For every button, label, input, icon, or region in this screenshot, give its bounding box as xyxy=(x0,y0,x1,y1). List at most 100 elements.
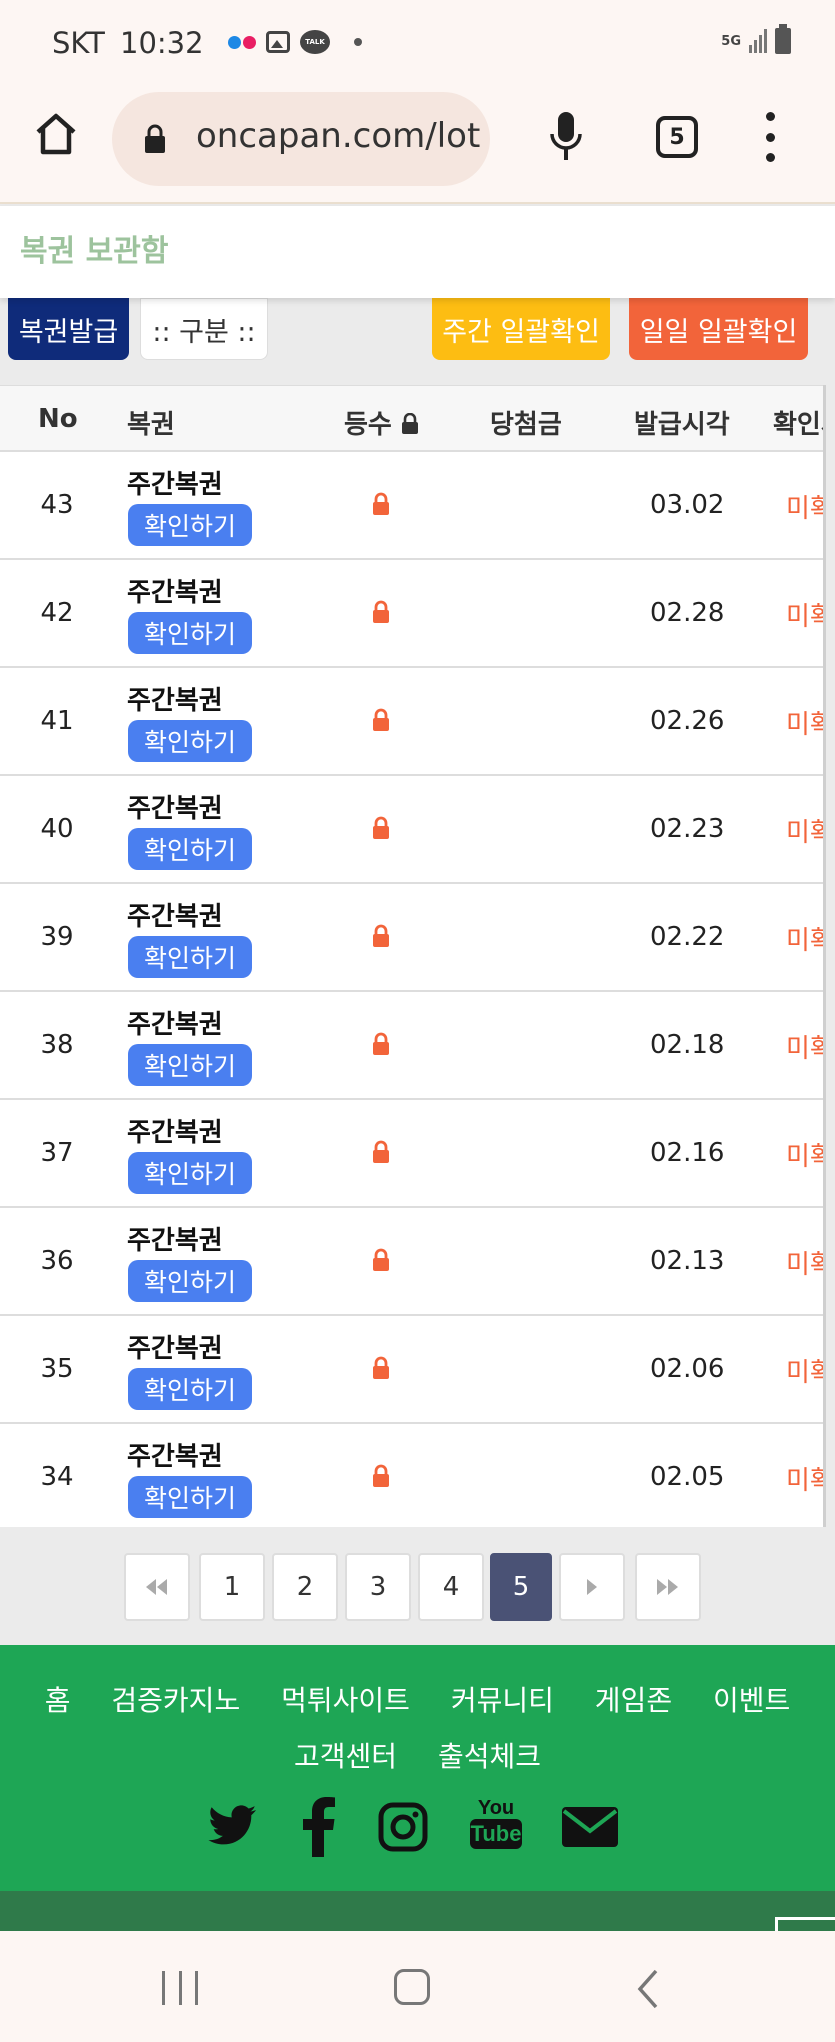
facebook-icon[interactable] xyxy=(302,1797,336,1857)
check-button[interactable]: 확인하기 xyxy=(128,1476,252,1518)
issued-date: 02.23 xyxy=(650,814,725,844)
lock-icon xyxy=(373,1140,389,1163)
lottery-name: 주간복권 xyxy=(127,1118,223,1148)
next-page-button[interactable] xyxy=(559,1553,625,1621)
table-row: 43 주간복권확인하기 03.02 미확 xyxy=(0,452,823,560)
more-notifications-icon xyxy=(354,38,362,46)
recent-apps-icon[interactable] xyxy=(162,1971,198,2005)
system-navigation-bar xyxy=(0,1931,835,2042)
issued-date: 02.06 xyxy=(650,1354,725,1384)
twitter-icon[interactable] xyxy=(208,1797,258,1857)
table-row: 39 주간복권확인하기 02.22 미확 xyxy=(0,884,823,992)
daily-check-all-button[interactable]: 일일 일괄확인 xyxy=(629,298,808,360)
table-row: 42 주간복권확인하기 02.28 미확 xyxy=(0,560,823,668)
home-icon[interactable] xyxy=(32,110,80,158)
lottery-name: 주간복권 xyxy=(127,1442,223,1472)
page-1-button[interactable]: 1 xyxy=(199,1553,265,1621)
check-button[interactable]: 확인하기 xyxy=(128,1152,252,1194)
footer-link-verified-casino[interactable]: 검증카지노 xyxy=(111,1684,240,1717)
issued-date: 03.02 xyxy=(650,490,725,520)
browser-toolbar: oncapan.com/lot 5 xyxy=(0,90,835,204)
lock-icon xyxy=(373,924,389,947)
footer-link-events[interactable]: 이벤트 xyxy=(713,1684,790,1717)
confirm-status: 미확 xyxy=(786,1358,823,1388)
check-button[interactable]: 확인하기 xyxy=(128,1044,252,1086)
page-4-button[interactable]: 4 xyxy=(418,1553,484,1621)
page-3-button[interactable]: 3 xyxy=(345,1553,411,1621)
row-number: 43 xyxy=(40,490,74,520)
page-2-button[interactable]: 2 xyxy=(272,1553,338,1621)
lock-icon xyxy=(373,492,389,515)
check-button[interactable]: 확인하기 xyxy=(128,1368,252,1410)
issued-date: 02.26 xyxy=(650,706,725,736)
youtube-icon[interactable]: You Tube xyxy=(470,1797,522,1857)
table-row: 41 주간복권확인하기 02.26 미확 xyxy=(0,668,823,776)
footer-link-game-zone[interactable]: 게임존 xyxy=(595,1684,672,1717)
kakaotalk-icon: TALK xyxy=(300,30,330,54)
header-rank-label: 등수 xyxy=(344,410,392,440)
lock-icon xyxy=(373,1032,389,1055)
gallery-icon xyxy=(266,31,290,53)
site-footer: 홈 검증카지노 먹튀사이트 커뮤니티 게임존 이벤트 고객센터 출석체크 You… xyxy=(0,1645,835,1891)
footer-link-scam-sites[interactable]: 먹튀사이트 xyxy=(281,1684,410,1717)
double-chevron-right-icon xyxy=(657,1579,678,1595)
clock: 10:32 xyxy=(120,26,204,60)
lock-icon xyxy=(373,600,389,623)
header-prize: 당첨금 xyxy=(490,410,562,440)
weekly-check-all-button[interactable]: 주간 일괄확인 xyxy=(432,298,610,360)
microphone-icon[interactable] xyxy=(548,110,584,164)
check-button[interactable]: 확인하기 xyxy=(128,1260,252,1302)
lock-icon xyxy=(373,1464,389,1487)
footer-link-attendance[interactable]: 출석체크 xyxy=(438,1740,541,1773)
lottery-name: 주간복권 xyxy=(127,1226,223,1256)
issued-date: 02.18 xyxy=(650,1030,725,1060)
confirm-status: 미확 xyxy=(786,926,823,956)
issue-lottery-button[interactable]: 복권발급 xyxy=(8,298,129,360)
lottery-name: 주간복권 xyxy=(127,686,223,716)
row-number: 36 xyxy=(40,1246,74,1276)
lock-icon xyxy=(373,816,389,839)
row-number: 37 xyxy=(40,1138,74,1168)
footer-link-community[interactable]: 커뮤니티 xyxy=(451,1684,554,1717)
check-button[interactable]: 확인하기 xyxy=(128,720,252,762)
page-5-button[interactable]: 5 xyxy=(490,1553,552,1621)
status-bar: SKT 10:32 TALK 5G xyxy=(0,0,835,90)
flickr-icon xyxy=(228,35,256,49)
confirm-status: 미확 xyxy=(786,1466,823,1496)
double-chevron-left-icon xyxy=(146,1579,167,1595)
footer-link-home[interactable]: 홈 xyxy=(45,1684,71,1717)
confirm-status: 미확 xyxy=(786,1250,823,1280)
footer-link-customer-center[interactable]: 고객센터 xyxy=(294,1740,397,1773)
issued-date: 02.05 xyxy=(650,1462,725,1492)
lock-icon xyxy=(373,1248,389,1271)
signal-icon xyxy=(749,29,767,53)
check-button[interactable]: 확인하기 xyxy=(128,504,252,546)
table-row: 34 주간복권확인하기 02.05 미확 xyxy=(0,1424,823,1527)
youtube-icon-top: You xyxy=(477,1797,515,1819)
page-header: 복권 보관함 xyxy=(0,206,835,298)
lock-icon xyxy=(373,708,389,731)
youtube-icon-bottom: Tube xyxy=(470,1819,522,1849)
last-page-button[interactable] xyxy=(635,1553,701,1621)
check-button[interactable]: 확인하기 xyxy=(128,612,252,654)
url-text: oncapan.com/lot xyxy=(196,116,481,156)
confirm-status: 미확 xyxy=(786,602,823,632)
instagram-icon[interactable] xyxy=(378,1797,428,1857)
lottery-name: 주간복권 xyxy=(127,1334,223,1364)
scroll-to-top-button[interactable] xyxy=(775,1917,835,1931)
email-icon[interactable] xyxy=(562,1797,618,1857)
home-nav-icon[interactable] xyxy=(394,1969,430,2005)
first-page-button[interactable] xyxy=(124,1553,190,1621)
check-button[interactable]: 확인하기 xyxy=(128,828,252,870)
overflow-menu-icon[interactable] xyxy=(760,112,780,162)
table-row: 38 주간복권확인하기 02.18 미확 xyxy=(0,992,823,1100)
address-bar[interactable]: oncapan.com/lot xyxy=(112,92,490,186)
table-header: No 복권 등수 당첨금 발급시각 확인시 xyxy=(0,385,823,452)
back-icon[interactable] xyxy=(636,1969,660,2009)
table-row: 35 주간복권확인하기 02.06 미확 xyxy=(0,1316,823,1424)
header-rank: 등수 xyxy=(344,404,419,441)
chevron-right-icon xyxy=(587,1579,597,1595)
check-button[interactable]: 확인하기 xyxy=(128,936,252,978)
tab-switcher-button[interactable]: 5 xyxy=(656,116,698,158)
category-filter-select[interactable]: :: 구분 :: xyxy=(140,298,268,360)
